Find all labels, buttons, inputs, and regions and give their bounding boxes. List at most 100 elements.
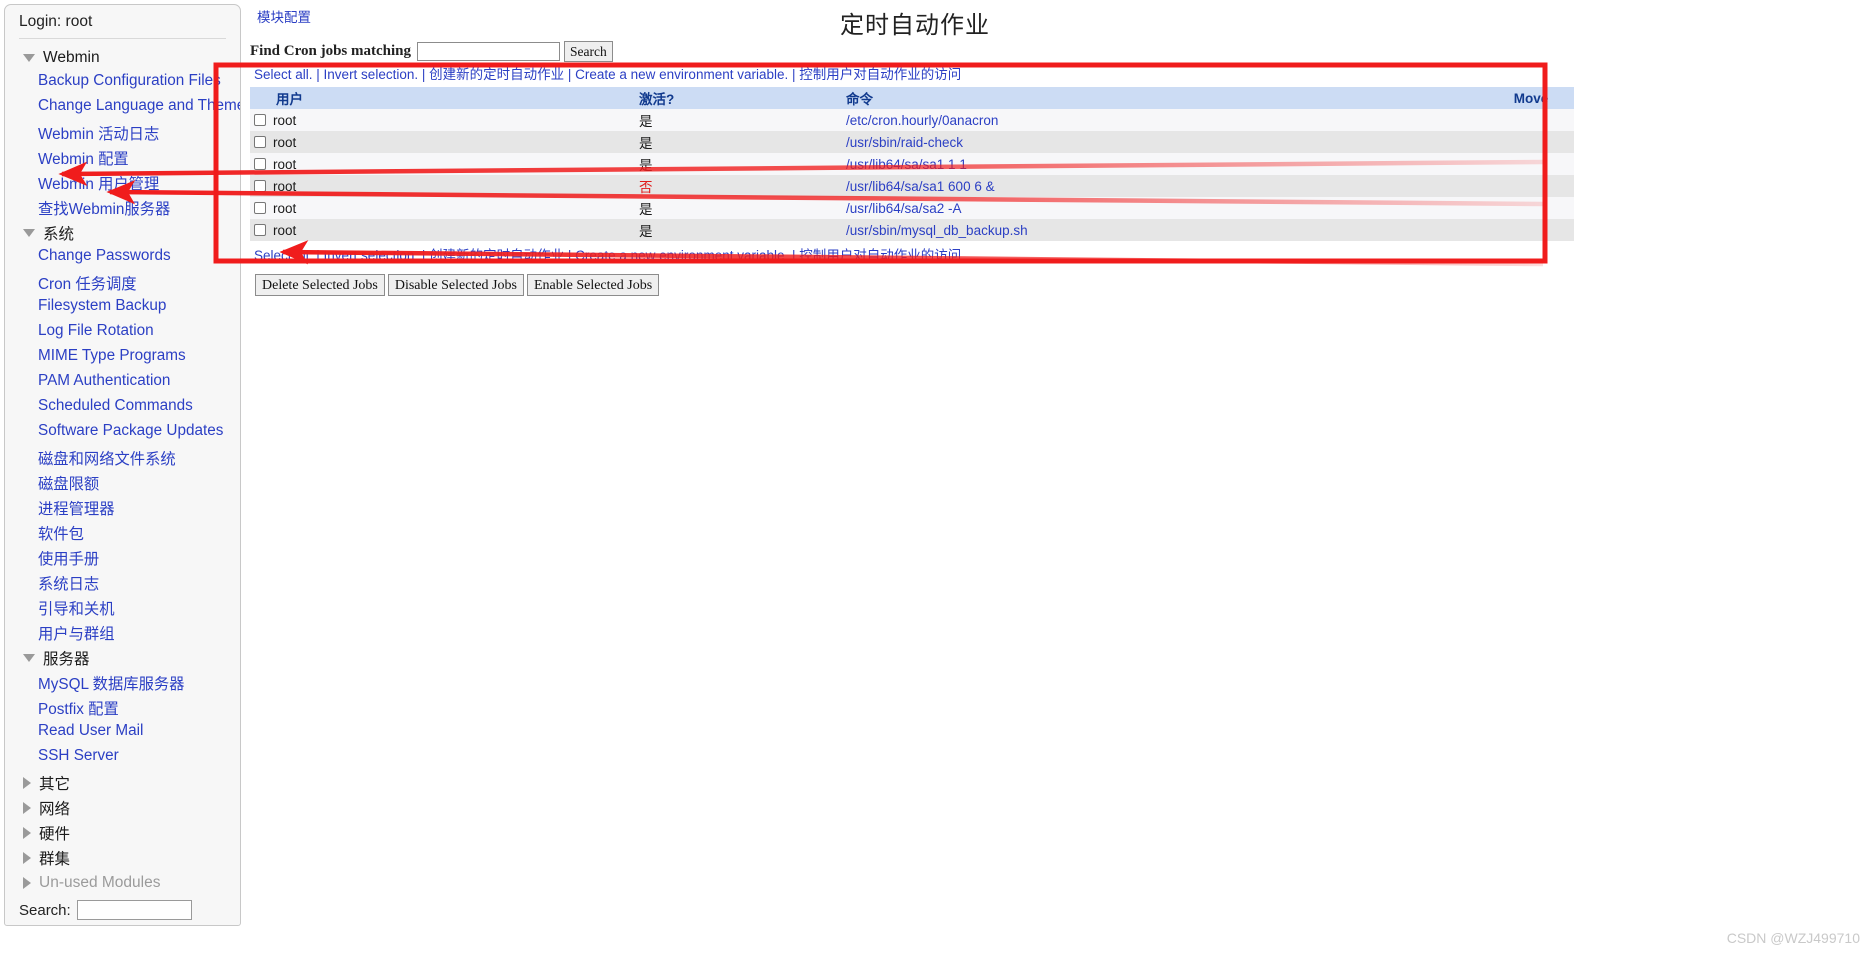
sidebar-item[interactable]: MySQL 数据库服务器	[5, 670, 240, 695]
cell-user: root	[250, 197, 635, 219]
sidebar-item[interactable]: Change Passwords	[5, 245, 240, 270]
sidebar-item[interactable]: Software Package Updates	[5, 420, 240, 445]
sidebar-group-6[interactable]: 群集	[5, 845, 240, 870]
action-link[interactable]: 创建新的定时自动作业	[429, 67, 564, 82]
sidebar-item[interactable]: 磁盘限额	[5, 470, 240, 495]
module-tree: Webmin Backup Configuration Files Change L…	[5, 45, 240, 895]
cell-move[interactable]	[1488, 175, 1574, 197]
sidebar-item[interactable]: Webmin 配置	[5, 145, 240, 170]
sidebar-item[interactable]: 引导和关机	[5, 595, 240, 620]
link-separator: |	[788, 67, 800, 82]
sidebar-divider	[19, 38, 226, 39]
cell-move[interactable]	[1488, 197, 1574, 219]
cell-command[interactable]: /usr/sbin/raid-check	[842, 131, 1488, 153]
table-row: root 是/usr/lib64/sa/sa1 1 1	[250, 153, 1574, 175]
sidebar-group-5[interactable]: 硬件	[5, 820, 240, 845]
table-row: root 是/usr/lib64/sa/sa2 -A	[250, 197, 1574, 219]
sidebar-item[interactable]: Backup Configuration Files	[5, 70, 240, 95]
command-link[interactable]: /usr/lib64/sa/sa1 1 1	[846, 157, 967, 172]
sidebar-item[interactable]: SSH Server	[5, 745, 240, 770]
sidebar-item[interactable]: Scheduled Commands	[5, 395, 240, 420]
sidebar-item[interactable]: Cron 任务调度	[5, 270, 240, 295]
bulk-button-2[interactable]: Enable Selected Jobs	[526, 274, 660, 296]
sidebar-item[interactable]: MIME Type Programs	[5, 345, 240, 370]
sidebar-item[interactable]: Webmin 用户管理	[5, 170, 240, 195]
cell-move[interactable]	[1488, 131, 1574, 153]
chevron-right-icon[interactable]	[23, 876, 31, 889]
watermark: CSDN @WZJ499710	[1726, 930, 1860, 946]
sidebar-item[interactable]: Filesystem Backup	[5, 295, 240, 320]
sidebar-item[interactable]: Log File Rotation	[5, 320, 240, 345]
chevron-down-icon[interactable]	[23, 53, 35, 62]
bulk-button-0[interactable]: Delete Selected Jobs	[255, 274, 385, 296]
cell-active: 是	[635, 197, 842, 219]
sidebar-search-input[interactable]	[76, 900, 192, 920]
row-checkbox[interactable]	[254, 180, 266, 192]
action-link[interactable]: Select all.	[254, 248, 313, 263]
action-link[interactable]: Invert selection.	[324, 248, 419, 263]
row-checkbox[interactable]	[254, 136, 266, 148]
sidebar-group-1[interactable]: 系统	[5, 220, 240, 245]
cell-command[interactable]: /usr/sbin/mysql_db_backup.sh	[842, 219, 1488, 241]
table-row: root 是/usr/sbin/raid-check	[250, 131, 1574, 153]
find-label: Find Cron jobs matching	[250, 43, 412, 59]
row-checkbox[interactable]	[254, 114, 266, 126]
chevron-right-icon[interactable]	[23, 851, 31, 864]
cell-command[interactable]: /usr/lib64/sa/sa2 -A	[842, 197, 1488, 219]
sidebar-group-4[interactable]: 网络	[5, 795, 240, 820]
bulk-button-1[interactable]: Disable Selected Jobs	[387, 274, 524, 296]
chevron-down-icon[interactable]	[23, 228, 35, 237]
sidebar-group-2[interactable]: 服务器	[5, 645, 240, 670]
sidebar-item[interactable]: Webmin 活动日志	[5, 120, 240, 145]
action-links-top: Select all. | Invert selection. | 创建新的定时…	[250, 62, 1574, 84]
cell-command[interactable]: /usr/lib64/sa/sa1 1 1	[842, 153, 1488, 175]
sidebar-group-7[interactable]: Un-used Modules	[5, 870, 240, 895]
cell-move[interactable]	[1488, 109, 1574, 131]
sidebar-item[interactable]: 系统日志	[5, 570, 240, 595]
cell-move[interactable]	[1488, 153, 1574, 175]
chevron-right-icon[interactable]	[23, 776, 31, 789]
active-value: 是	[639, 114, 653, 129]
sidebar-item[interactable]: Postfix 配置	[5, 695, 240, 720]
sidebar-item[interactable]: 使用手册	[5, 545, 240, 570]
find-cron-input[interactable]	[417, 42, 561, 61]
action-link[interactable]: Create a new environment variable.	[575, 67, 788, 82]
chevron-right-icon[interactable]	[23, 826, 31, 839]
sidebar-item[interactable]: 用户与群组	[5, 620, 240, 645]
search-button[interactable]: Search	[564, 41, 613, 62]
action-link[interactable]: Invert selection.	[324, 67, 419, 82]
action-link[interactable]: 控制用户对自动作业的访问	[799, 67, 961, 82]
command-link[interactable]: /etc/cron.hourly/0anacron	[846, 113, 998, 128]
sidebar-item[interactable]: 磁盘和网络文件系统	[5, 445, 240, 470]
action-link[interactable]: 创建新的定时自动作业	[429, 248, 564, 263]
sidebar-item[interactable]: Read User Mail	[5, 720, 240, 745]
cell-move[interactable]	[1488, 219, 1574, 241]
row-checkbox[interactable]	[254, 224, 266, 236]
find-bar: Find Cron jobs matching Search	[250, 41, 613, 62]
sidebar-group-label: 硬件	[39, 825, 71, 843]
cell-command[interactable]: /usr/lib64/sa/sa1 600 6 &	[842, 175, 1488, 197]
sidebar-item[interactable]: PAM Authentication	[5, 370, 240, 395]
command-link[interactable]: /usr/sbin/raid-check	[846, 135, 963, 150]
action-link[interactable]: Select all.	[254, 67, 313, 82]
bulk-action-buttons: Delete Selected Jobs Disable Selected Job…	[250, 274, 1574, 296]
command-link[interactable]: /usr/sbin/mysql_db_backup.sh	[846, 223, 1028, 238]
link-separator: |	[788, 248, 800, 263]
cell-command[interactable]: /etc/cron.hourly/0anacron	[842, 109, 1488, 131]
row-checkbox[interactable]	[254, 158, 266, 170]
action-link[interactable]: Create a new environment variable.	[575, 248, 788, 263]
chevron-right-icon[interactable]	[23, 801, 31, 814]
sidebar-group-label: 其它	[39, 775, 71, 793]
sidebar-item[interactable]: 查找Webmin服务器	[5, 195, 240, 220]
sidebar-group-0[interactable]: Webmin	[5, 45, 240, 70]
sidebar-item[interactable]: 进程管理器	[5, 495, 240, 520]
row-checkbox[interactable]	[254, 202, 266, 214]
command-link[interactable]: /usr/lib64/sa/sa2 -A	[846, 201, 962, 216]
command-link[interactable]: /usr/lib64/sa/sa1 600 6 &	[846, 179, 995, 194]
chevron-down-icon[interactable]	[23, 653, 35, 662]
sidebar-group-3[interactable]: 其它	[5, 770, 240, 795]
sidebar-item[interactable]: Change Language and Theme	[5, 95, 240, 120]
sidebar-search-row: Search:	[5, 895, 240, 924]
action-link[interactable]: 控制用户对自动作业的访问	[799, 248, 961, 263]
sidebar-item[interactable]: 软件包	[5, 520, 240, 545]
